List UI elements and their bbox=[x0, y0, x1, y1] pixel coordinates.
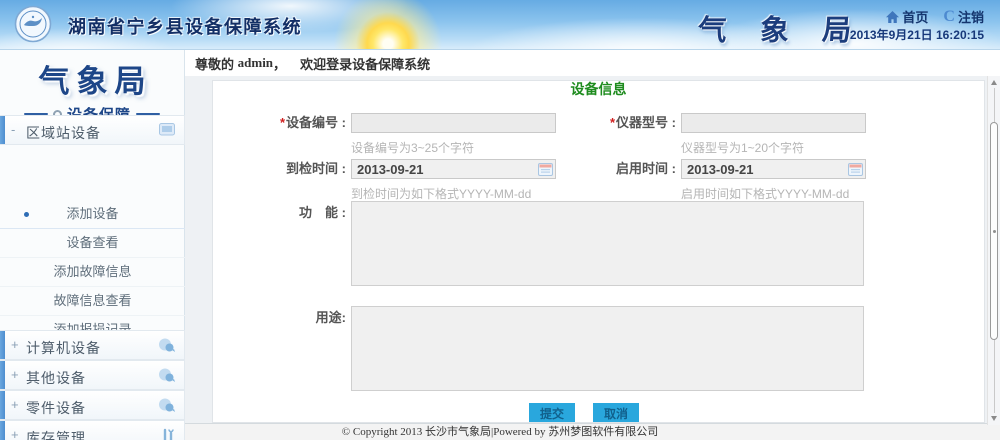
section-label: 区域站设备 bbox=[26, 123, 101, 143]
collapse-indicator: - bbox=[11, 123, 15, 137]
sidebar-section-other-devices[interactable]: + 其他设备 bbox=[0, 360, 185, 390]
required-asterisk: * bbox=[610, 115, 615, 130]
enable-date-label: 启用时间 : bbox=[543, 159, 676, 179]
section-accent-bar bbox=[0, 421, 5, 440]
required-asterisk: * bbox=[280, 115, 285, 130]
model-input[interactable] bbox=[681, 113, 866, 133]
device-info-panel: 设备信息 *设备编号 : *仪器型号 : 设备编号为3~25个字符 仪器型号为1… bbox=[212, 80, 985, 423]
sidebar-item-label: 设备查看 bbox=[66, 235, 118, 250]
mouse-icon bbox=[158, 338, 175, 352]
section-label: 计算机设备 bbox=[26, 338, 101, 358]
sidebar: 气象局 设备保障 - 区域站设备 添加设备 设备查看 bbox=[0, 50, 185, 440]
home-link[interactable]: 首页 bbox=[902, 7, 928, 26]
bureau-seal-logo bbox=[14, 5, 52, 43]
section-label: 库存管理 bbox=[26, 428, 86, 440]
expand-indicator: + bbox=[11, 398, 19, 412]
expand-indicator: + bbox=[11, 368, 19, 382]
welcome-message: 欢迎登录设备保障系统 bbox=[300, 54, 430, 73]
section-label: 零件设备 bbox=[26, 398, 86, 418]
mouse-icon bbox=[158, 398, 175, 412]
expand-indicator: + bbox=[11, 338, 19, 352]
tools-icon bbox=[161, 428, 175, 440]
submit-button[interactable]: 提交 bbox=[529, 403, 575, 423]
device-no-label: *设备编号 : bbox=[213, 113, 346, 133]
sidebar-section-inventory[interactable]: + 库存管理 bbox=[0, 420, 185, 440]
sidebar-logo: 气象局 bbox=[0, 56, 184, 101]
inspect-date-field bbox=[351, 159, 556, 179]
model-hint: 仪器型号为1~20个字符 bbox=[681, 139, 804, 156]
calendar-icon[interactable] bbox=[848, 162, 863, 176]
sidebar-item-label: 添加设备 bbox=[66, 206, 118, 221]
expand-indicator: + bbox=[11, 428, 19, 440]
logout-link[interactable]: 注销 bbox=[958, 7, 984, 26]
cancel-button[interactable]: 取消 bbox=[593, 403, 639, 423]
form-title: 设备信息 bbox=[213, 81, 984, 98]
sidebar-item-view-faults[interactable]: 故障信息查看 bbox=[0, 287, 185, 316]
scroll-down-arrow-icon[interactable] bbox=[991, 416, 997, 421]
enable-date-input[interactable] bbox=[682, 160, 865, 178]
welcome-greeting: 尊敬的 bbox=[195, 54, 234, 73]
inspect-date-input[interactable] bbox=[352, 160, 555, 178]
sidebar-item-add-device[interactable]: 添加设备 bbox=[0, 200, 185, 229]
model-label: *仪器型号 : bbox=[543, 113, 676, 133]
welcome-username: admin bbox=[238, 55, 273, 71]
purpose-textarea[interactable] bbox=[351, 306, 864, 391]
header-banner: 湖南省宁乡县设备保障系统 气 象 局 首页 C 注销 2013年9月21日 16… bbox=[0, 0, 1000, 50]
device-no-hint: 设备编号为3~25个字符 bbox=[351, 139, 474, 156]
sidebar-section-parts-devices[interactable]: + 零件设备 bbox=[0, 390, 185, 420]
section-label: 其他设备 bbox=[26, 368, 86, 388]
scrollbar-thumb[interactable] bbox=[990, 122, 998, 340]
footer-copyright: © Copyright 2013 长沙市气象局|Powered by 苏州梦图软… bbox=[185, 423, 1000, 440]
device-no-input[interactable] bbox=[351, 113, 556, 133]
logout-icon[interactable]: C bbox=[943, 10, 955, 23]
header-datetime: 2013年9月21日 16:20:15 bbox=[850, 26, 984, 43]
purpose-label: 用途: bbox=[213, 308, 346, 328]
monitor-icon bbox=[159, 123, 175, 136]
sidebar-section-computer-devices[interactable]: + 计算机设备 bbox=[0, 330, 185, 360]
welcome-comma: ， bbox=[273, 54, 286, 73]
welcome-bar: 尊敬的 admin ， 欢迎登录设备保障系统 bbox=[185, 50, 1000, 76]
section-accent-bar bbox=[0, 331, 5, 359]
sidebar-item-label: 添加故障信息 bbox=[53, 264, 131, 279]
sidebar-item-label: 故障信息查看 bbox=[53, 293, 131, 308]
section-accent-bar bbox=[0, 391, 5, 419]
sidebar-item-add-fault[interactable]: 添加故障信息 bbox=[0, 258, 185, 287]
inspect-date-label: 到检时间 : bbox=[213, 159, 346, 179]
inspect-date-hint: 到检时间为如下格式YYYY-MM-dd bbox=[351, 185, 531, 202]
function-textarea[interactable] bbox=[351, 201, 864, 286]
sidebar-item-view-devices[interactable]: 设备查看 bbox=[0, 229, 185, 258]
vertical-scrollbar[interactable] bbox=[987, 76, 1000, 425]
enable-date-hint: 启用时间如下格式YYYY-MM-dd bbox=[681, 185, 849, 202]
app-window: 湖南省宁乡县设备保障系统 气 象 局 首页 C 注销 2013年9月21日 16… bbox=[0, 0, 1000, 440]
bureau-title: 气 象 局 bbox=[697, 7, 866, 49]
mouse-icon bbox=[158, 368, 175, 382]
home-icon[interactable] bbox=[886, 11, 899, 23]
header-links: 首页 C 注销 bbox=[886, 7, 984, 26]
section-accent-bar bbox=[0, 361, 5, 389]
section-accent-bar bbox=[0, 116, 5, 144]
enable-date-field bbox=[681, 159, 866, 179]
active-bullet-icon bbox=[24, 212, 29, 217]
scroll-up-arrow-icon[interactable] bbox=[991, 80, 997, 85]
system-title: 湖南省宁乡县设备保障系统 bbox=[68, 13, 302, 39]
function-label: 功 能 : bbox=[213, 203, 346, 223]
sidebar-section-regional-devices[interactable]: - 区域站设备 bbox=[0, 115, 185, 145]
